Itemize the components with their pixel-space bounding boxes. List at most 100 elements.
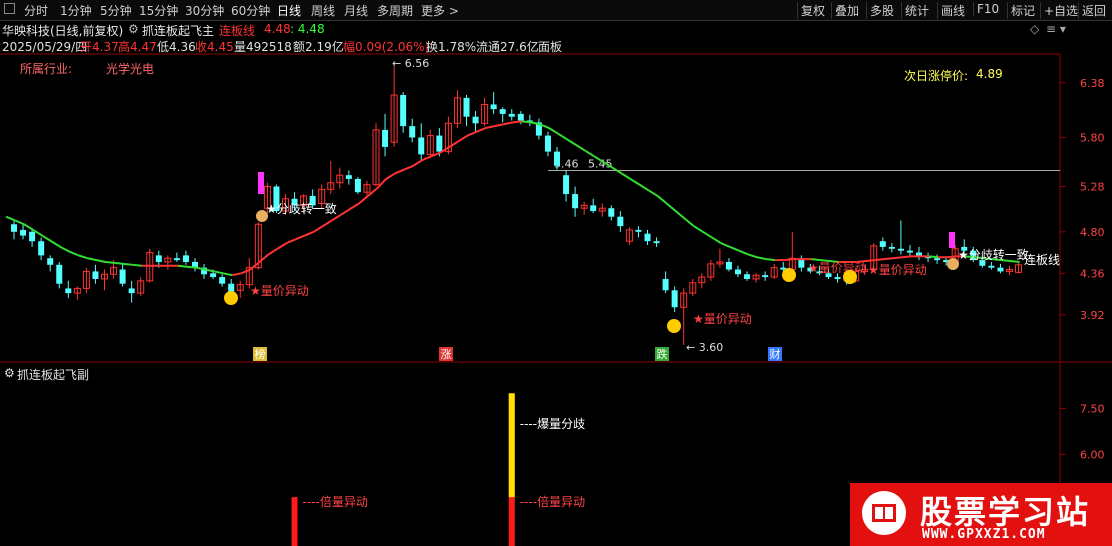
lianban-line-segment [521, 120, 532, 124]
candle-body [888, 246, 895, 249]
price-tick-label: 5.28 [1080, 181, 1105, 194]
candle-body [65, 288, 72, 294]
candle-body [210, 273, 217, 278]
candle-body [608, 208, 615, 217]
candle-body [119, 269, 126, 284]
lianban-line-segment [467, 130, 477, 137]
kline-chart[interactable]: 6.385.805.284.804.363.925.46 5.45连板线← 6.5… [0, 0, 1112, 546]
candle-body [544, 135, 551, 152]
candle-body [219, 277, 226, 284]
lianban-line-segment [457, 134, 469, 143]
price-tick-label: 3.92 [1080, 309, 1105, 322]
price-tick-label: 4.80 [1080, 226, 1105, 239]
candle-body [988, 265, 995, 268]
signal-volume-price: ★量价异动 [693, 312, 752, 326]
lianban-line-segment [684, 217, 695, 227]
signal-volume-price: ★量价异动 [250, 284, 309, 298]
day-marker-label: 涨 [441, 348, 452, 361]
price-tick-label: 5.80 [1080, 131, 1105, 144]
lianban-line-segment [87, 257, 97, 262]
lianban-line-segment [666, 202, 677, 212]
candle-body [47, 258, 54, 265]
lianban-line-segment [340, 208, 351, 216]
candle-body [653, 241, 660, 244]
candle-body [879, 241, 886, 247]
lianban-line-segment [385, 172, 396, 180]
lianban-line-segment [485, 125, 495, 130]
candle-body [182, 255, 189, 262]
candle-body [436, 135, 443, 152]
candle-body [409, 126, 416, 138]
lianban-line-segment [276, 242, 288, 250]
lianban-line-segment [123, 262, 133, 266]
sub-tick-label: 7.50 [1080, 403, 1105, 416]
candle-body [934, 258, 941, 261]
lianban-line-segment [784, 258, 794, 262]
lianban-line-segment [114, 261, 124, 265]
lianban-line-segment [584, 149, 595, 158]
lianban-line-segment [258, 253, 270, 263]
highlight-candle [949, 232, 955, 248]
lianban-line-segment [620, 172, 631, 180]
lianban-line-segment [349, 202, 360, 211]
candle-body [906, 250, 913, 253]
candle-body [517, 113, 524, 121]
lianban-line-segment [512, 120, 522, 124]
candle-body [128, 288, 135, 294]
lianban-line-segment [267, 247, 279, 256]
lianban-line-segment [403, 164, 414, 171]
watermark-url: WWW.GPXXZ1.COM [922, 527, 1046, 542]
day-marker-label: 财 [770, 347, 781, 361]
lianban-line-segment [874, 258, 884, 262]
lianban-line-segment [892, 256, 903, 260]
sub-tick-label: 6.00 [1080, 448, 1105, 461]
lianban-line-segment [747, 253, 758, 259]
lianban-series-label: 连板线 [1024, 252, 1060, 267]
candle-body [572, 194, 579, 209]
candle-body [29, 231, 36, 242]
lianban-line-segment [883, 257, 894, 261]
money-bag-icon [256, 210, 268, 222]
candle-body [997, 267, 1004, 272]
lianban-line-segment [928, 255, 939, 259]
lianban-line-segment [322, 219, 333, 227]
candle-body [834, 277, 841, 279]
highlight-candle [258, 172, 264, 194]
candle-body [897, 248, 904, 251]
lianban-line-segment [59, 246, 70, 253]
price-tick-label: 4.36 [1080, 267, 1105, 280]
money-bag-icon [947, 258, 959, 270]
lianban-line-segment [548, 127, 559, 135]
lianban-line-segment [358, 195, 369, 205]
candle-body [590, 205, 597, 212]
lianban-line-segment [177, 264, 188, 268]
lianban-line-segment [675, 210, 686, 220]
candle-body [56, 264, 63, 284]
lianban-line-segment [313, 225, 324, 233]
lianban-line-segment [566, 138, 577, 146]
sub-bar-label: ----爆量分歧 [520, 417, 585, 431]
lianban-line-segment [865, 259, 875, 263]
candle-body [644, 233, 651, 242]
lianban-line-segment [575, 144, 586, 152]
candle-body [173, 258, 180, 261]
lianban-line-segment [638, 183, 650, 192]
lianban-line-segment [738, 249, 749, 256]
candle-body [735, 269, 741, 275]
watermark-banner: 股票学习站 WWW.GPXXZ1.COM [850, 483, 1112, 546]
lianban-line-segment [702, 230, 713, 239]
signal-volume-price: ★量价异动 [868, 263, 927, 277]
candle-body [671, 290, 678, 308]
signal-volume-price: ★量价异动 [808, 261, 867, 275]
candle-body [11, 224, 17, 232]
lianban-line-segment [213, 270, 224, 275]
smiley-icon [843, 270, 857, 284]
sub-bar-label: ----倍量异动 [303, 494, 368, 509]
candle-body [725, 261, 732, 270]
price-tick-label: 6.38 [1080, 77, 1105, 90]
lianban-line-segment [50, 240, 61, 248]
lianban-line-segment [811, 258, 821, 262]
candle-body [92, 271, 99, 279]
candle-body [20, 229, 27, 236]
sub-bar [508, 393, 515, 498]
